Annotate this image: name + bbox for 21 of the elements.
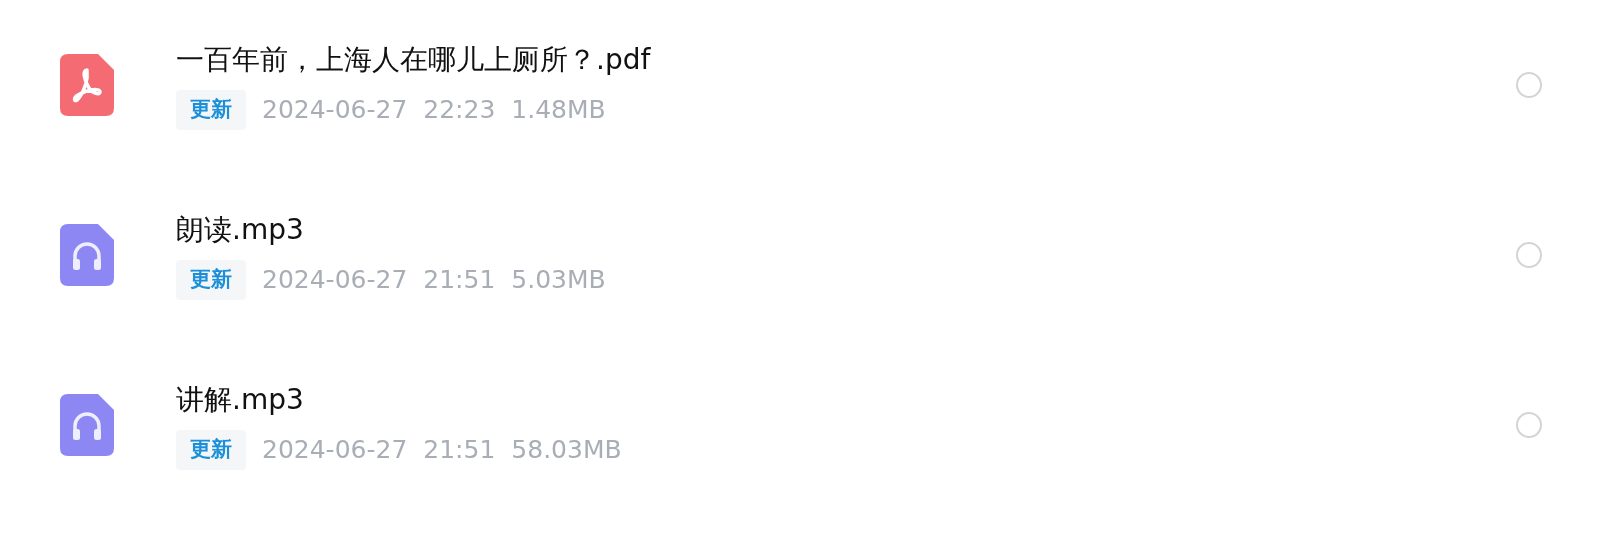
pdf-file-icon — [60, 54, 114, 116]
file-name: 朗读.mp3 — [176, 212, 305, 249]
file-size: 1.48MB — [511, 94, 606, 127]
file-name: 讲解.mp3 — [176, 382, 305, 419]
file-size: 5.03MB — [511, 264, 606, 297]
file-date: 2024-06-27 — [262, 94, 408, 127]
select-radio[interactable] — [1516, 412, 1542, 438]
file-time: 21:51 — [423, 434, 496, 467]
file-time: 21:51 — [423, 264, 496, 297]
select-radio[interactable] — [1516, 242, 1542, 268]
headphones-file-icon — [60, 224, 114, 286]
select-radio[interactable] — [1516, 72, 1542, 98]
update-tag: 更新 — [176, 430, 246, 470]
headphones-file-icon — [60, 394, 114, 456]
file-date: 2024-06-27 — [262, 434, 408, 467]
file-name: 一百年前，上海人在哪儿上厕所？.pdf — [176, 42, 652, 79]
file-date: 2024-06-27 — [262, 264, 408, 297]
file-time: 22:23 — [423, 94, 496, 127]
update-tag: 更新 — [176, 260, 246, 300]
update-tag: 更新 — [176, 90, 246, 130]
file-size: 58.03MB — [511, 434, 622, 467]
